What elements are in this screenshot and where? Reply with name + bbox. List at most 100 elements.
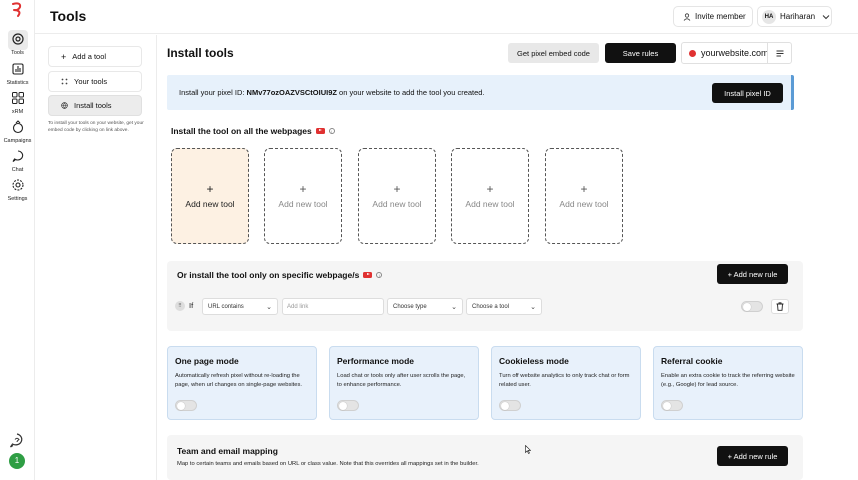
dots-grid-icon [61,78,68,85]
rail-item-tools[interactable]: Tools [0,30,35,56]
referral-cookie-card: Referral cookie Enable an extra cookie t… [653,346,803,420]
trash-icon [776,302,784,311]
cookieless-mode-card: Cookieless mode Turn off website analyti… [491,346,641,420]
invite-member-button[interactable]: Invite member [673,6,753,27]
subnav-label: Install tools [74,101,112,110]
drag-handle-icon[interactable]: ⠿ [175,301,185,311]
mode-title: One page mode [175,356,239,366]
icon-rail: Tools Statistics xRM Campaigns Chat Sett… [0,0,35,480]
specific-title-text: Or install the tool only on specific web… [177,270,360,280]
youtube-icon[interactable] [315,128,325,134]
add-tool-label: Add new tool [185,199,235,209]
megaphone-icon [12,120,23,134]
add-tool-label: Add new tool [465,199,515,209]
performance-mode-card: Performance mode Load chat or tools only… [329,346,479,420]
youtube-icon[interactable] [363,272,373,278]
website-menu-button[interactable] [767,43,791,63]
brand-logo-icon[interactable] [9,1,25,17]
gear-icon [11,179,24,191]
hamburger-icon [776,50,783,56]
rail-item-statistics[interactable]: Statistics [0,60,35,86]
rail-label: Campaigns [3,138,32,144]
mode-desc: Automatically refresh pixel without re-l… [175,373,302,388]
tools-icon [11,33,24,45]
user-icon [683,12,691,21]
add-tool-label: Add new tool [372,199,422,209]
add-new-tool-card[interactable]: + Add new tool [264,148,342,244]
cookieless-mode-toggle[interactable] [499,400,521,411]
banner-prefix: Install your pixel ID: [179,88,247,97]
grid-icon [11,92,24,104]
rail-item-settings[interactable]: Settings [0,176,35,202]
add-new-tool-card[interactable]: + Add new tool [545,148,623,244]
add-new-tool-card[interactable]: + Add new tool [451,148,529,244]
referral-cookie-toggle[interactable] [661,400,683,411]
mode-title: Performance mode [337,356,414,366]
add-new-tool-card[interactable]: + Add new tool [358,148,436,244]
pixel-id-banner: Install your pixel ID: NMv77ozOAZVSCtOIU… [167,75,794,110]
subnav-label: Your tools [74,77,108,86]
one-page-mode-toggle[interactable] [175,400,197,411]
type-select[interactable]: Choose type ⌄ [387,298,463,315]
website-select[interactable]: yourwebsite.com [681,42,792,64]
globe-icon [61,102,68,109]
rail-item-chat[interactable]: Chat [0,147,35,173]
mode-title: Referral cookie [661,356,723,366]
install-pixel-id-button[interactable]: Install pixel ID [712,83,783,103]
link-placeholder: Add link [287,303,309,310]
rule-toggle[interactable] [741,301,763,312]
delete-rule-button[interactable] [771,299,789,314]
mouse-cursor-icon [525,445,531,454]
link-input[interactable]: Add link [282,298,384,315]
save-rules-button[interactable]: Save rules [605,43,676,63]
tool-select[interactable]: Choose a tool ⌄ [466,298,542,315]
page-title: Install tools [167,46,234,60]
all-pages-title-text: Install the tool on all the webpages [171,126,312,136]
subnav-label: Add a tool [72,52,107,61]
top-header: Tools Invite member HA Hariharan [35,0,858,34]
user-menu-button[interactable]: HA Hariharan [757,6,832,27]
info-icon[interactable]: i [328,128,335,134]
team-add-new-rule-button[interactable]: + Add new rule [717,446,788,466]
rail-label: Tools [11,50,24,56]
tools-subnav: + Add a tool Your tools Install tools To… [35,35,157,480]
info-icon[interactable]: i [376,272,383,278]
tool-value: Choose a tool [472,303,510,310]
performance-mode-toggle[interactable] [337,400,359,411]
if-label: If [189,301,194,310]
main-content: Install tools Get pixel embed code Save … [157,35,858,480]
chat-icon [12,150,23,162]
add-tool-label: Add new tool [559,199,609,209]
add-new-tool-card[interactable]: + Add new tool [171,148,249,244]
specific-pages-section: Or install the tool only on specific web… [167,261,803,331]
banner-suffix: on your website to add the tool you crea… [336,88,485,97]
url-condition-select[interactable]: URL contains ⌄ [202,298,278,315]
condition-value: URL contains [208,303,244,310]
plus-icon: + [299,182,307,196]
mode-desc: Enable an extra cookie to track the refe… [661,373,795,388]
rail-label: Settings [7,196,28,202]
user-avatar: HA [762,9,776,24]
subnav-your-tools[interactable]: Your tools [48,71,142,92]
mode-desc: Turn off website analytics to only track… [499,373,630,388]
chevron-down-icon: ⌄ [266,304,272,311]
invite-label: Invite member [695,12,746,21]
team-title: Team and email mapping [177,446,278,456]
get-pixel-embed-code-button[interactable]: Get pixel embed code [508,43,599,63]
avatar[interactable]: 1 [9,453,25,469]
subnav-add-tool[interactable]: + Add a tool [48,46,142,67]
rail-item-campaigns[interactable]: Campaigns [0,118,35,144]
rail-label: xRM [11,109,24,115]
chevron-down-icon: ⌄ [451,304,457,311]
team-email-mapping-section: Team and email mapping Map to certain te… [167,435,803,480]
specific-section-title: Or install the tool only on specific web… [177,270,383,280]
help-chat-icon[interactable] [8,432,26,450]
mode-title: Cookieless mode [499,356,569,366]
all-pages-section-title: Install the tool on all the webpages i [171,126,335,136]
subnav-install-tools[interactable]: Install tools [48,95,142,116]
site-status-dot [689,49,696,57]
chevron-down-icon: ⌄ [530,304,536,311]
user-name: Hariharan [780,12,816,21]
rail-item-xrm[interactable]: xRM [0,89,35,115]
add-new-rule-button[interactable]: + Add new rule [717,264,788,284]
